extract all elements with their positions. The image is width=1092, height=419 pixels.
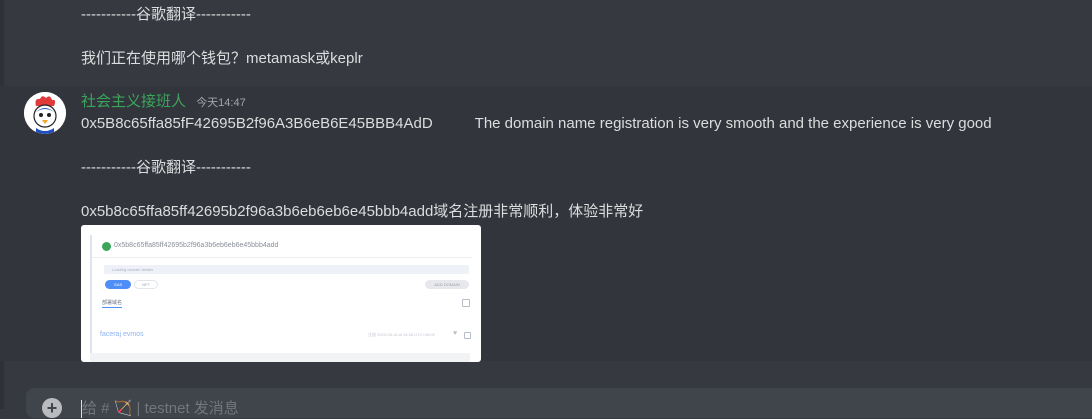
avatar[interactable] (24, 92, 66, 134)
message-composer[interactable]: + 给 # 🏹 | testnet 发消息 (26, 388, 1092, 418)
copy-icon (462, 299, 470, 307)
translation-text: 0x5b8c65ffa85ff42695b2f96a3b6eb6eb6e45bb… (81, 203, 644, 220)
composer-placeholder[interactable]: 给 # 🏹 | testnet 发消息 (82, 399, 239, 419)
site-logo-icon (102, 242, 111, 251)
english-text: The domain name registration is very smo… (474, 115, 992, 132)
wallet-address: 0x5B8c65ffa85fF42695B2f96A3B6eB6E45BBB4A… (81, 115, 433, 132)
screenshot-content: 0x5b8c65ffa85ff42695b2f96a3b6eb6eb6e45bb… (90, 235, 472, 353)
attachment-meta: 注册 2023-08-16 at 16:28 UTC+08:00 (368, 332, 435, 337)
prev-translation-text: 我们正在使用哪个钱包？metamask或keplr (81, 50, 363, 67)
attachment-pill-nft: NFT (134, 280, 158, 289)
attachment-footer (90, 353, 470, 362)
attachment-tag: 部署域名 (102, 300, 123, 308)
attachment-title: 0x5b8c65ffa85ff42695b2f96a3b6eb6eb6e45bb… (114, 242, 279, 249)
image-attachment[interactable]: 0x5b8c65ffa85ff42695b2f96a3b6eb6eb6e45bb… (81, 225, 481, 362)
attachment-search-text: Loading domain details (112, 267, 154, 272)
author-name[interactable]: 社会主义接班人 (81, 93, 186, 110)
copy-icon (464, 332, 471, 339)
translation-separator: -----------谷歌翻译----------- (81, 159, 251, 176)
timestamp[interactable]: 今天14:47 (196, 97, 246, 109)
attachment-link: faceraj evmos (100, 331, 144, 338)
heart-icon: ♥ (453, 330, 458, 337)
plus-circle-icon[interactable]: + (42, 398, 62, 418)
message-line-1: 0x5B8c65ffa85fF42695B2f96A3B6eB6E45BBB4A… (81, 114, 992, 134)
prev-translation-separator: -----------谷歌翻译----------- (81, 6, 251, 23)
rooster-avatar-icon (24, 92, 66, 134)
attachment-pill-add: ADD DOMAIN (425, 280, 469, 289)
divider (92, 257, 472, 258)
attachment-search-bar: Loading domain details (104, 265, 469, 274)
message-header: 社会主义接班人 今天14:47 (81, 92, 246, 113)
attachment-pill-gas: GAS (105, 280, 131, 289)
